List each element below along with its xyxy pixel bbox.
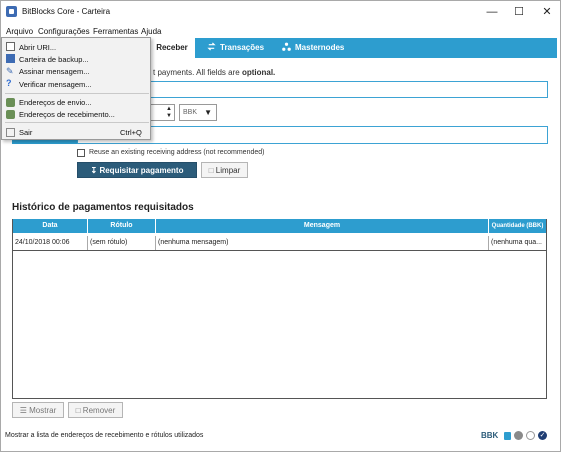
show-label: Mostrar: [29, 406, 57, 415]
menu-item-backup-wallet[interactable]: Carteira de backup...: [19, 55, 89, 64]
menu-item-open-uri[interactable]: Abrir URI...: [19, 43, 56, 52]
menu-separator: [5, 122, 149, 123]
spinner-down-icon[interactable]: ▼: [166, 113, 172, 119]
history-title: Histórico de pagamentos requisitados: [12, 202, 194, 213]
menu-separator: [5, 93, 149, 94]
menu-file[interactable]: Arquivo: [6, 27, 33, 36]
clear-button[interactable]: □ Limpar: [201, 162, 248, 178]
column-message[interactable]: Mensagem: [156, 219, 489, 233]
tab-receive[interactable]: Receber: [149, 38, 195, 58]
request-payment-label: Requisitar pagamento: [99, 166, 184, 175]
network-icon: [514, 431, 523, 440]
main-window: BitBlocks Core - Carteira — ☐ ✕ Arquivo …: [0, 0, 561, 452]
spinner-up-icon[interactable]: ▲: [166, 106, 172, 112]
row-amount: (nenhuma qua...: [491, 239, 542, 246]
show-button[interactable]: ☰ Mostrar: [12, 402, 64, 418]
address-book-icon: [6, 110, 15, 119]
reuse-address-label: Reuse an existing receiving address (not…: [89, 149, 265, 156]
remove-button[interactable]: □ Remover: [68, 402, 123, 418]
row-divider: [13, 250, 546, 251]
tab-transactions-label: Transações: [220, 43, 265, 52]
exit-icon: [6, 128, 15, 137]
menu-item-sending-addresses[interactable]: Endereços de envio...: [19, 98, 92, 107]
menu-tools[interactable]: Ferramentas: [93, 27, 138, 36]
open-uri-icon: [6, 42, 15, 51]
form-intro-bold: optional.: [241, 68, 276, 77]
label-input[interactable]: [141, 81, 548, 98]
app-logo-icon: [6, 6, 17, 17]
sign-icon: ✎: [6, 66, 14, 76]
row-message: (nenhuma mensagem): [156, 236, 489, 250]
tab-masternodes[interactable]: Masternodes: [282, 38, 352, 58]
menu-help[interactable]: Ajuda: [141, 27, 161, 36]
unit-select-value: BBK: [183, 109, 198, 116]
close-button[interactable]: ✕: [534, 4, 560, 20]
column-date[interactable]: Data: [13, 219, 88, 233]
staking-icon: [526, 431, 535, 440]
reuse-address-checkbox[interactable]: [77, 149, 85, 157]
form-intro-text: t payments. All fields are: [153, 68, 242, 77]
menu-item-verify-message[interactable]: Verificar mensagem...: [19, 80, 92, 89]
menu-item-exit-shortcut: Ctrl+Q: [120, 128, 142, 137]
row-date: 24/10/2018 00:06: [13, 236, 88, 250]
window-title: BitBlocks Core - Carteira: [22, 7, 111, 16]
synced-check-icon: ✓: [538, 431, 547, 440]
row-label: (sem rótulo): [88, 236, 156, 250]
column-label[interactable]: Rótulo: [88, 219, 156, 233]
clear-icon: □: [208, 166, 216, 175]
status-text: Mostrar a lista de endereços de recebime…: [5, 432, 204, 439]
clear-label: Limpar: [215, 166, 241, 175]
tab-transactions[interactable]: Transações: [207, 38, 271, 58]
lock-icon: [504, 432, 511, 440]
file-menu-dropdown: ✎ ? Abrir URI... Carteira de backup... A…: [1, 37, 151, 140]
form-intro: t payments. All fields are optional.: [153, 68, 275, 77]
tab-masternodes-label: Masternodes: [295, 43, 345, 52]
backup-icon: [6, 54, 15, 63]
show-icon: ☰: [19, 406, 30, 415]
address-book-icon: [6, 98, 15, 107]
status-unit[interactable]: BBK: [481, 431, 498, 440]
masternodes-icon: [282, 42, 291, 51]
menu-item-exit[interactable]: Sair: [19, 128, 32, 137]
verify-icon: ?: [6, 78, 12, 88]
tab-receive-label: Receber: [156, 43, 188, 52]
menu-item-receiving-addresses[interactable]: Endereços de recebimento...: [19, 110, 115, 119]
menu-item-sign-message[interactable]: Assinar mensagem...: [19, 67, 89, 76]
column-amount[interactable]: Quantidade (BBK): [489, 219, 546, 233]
request-payment-button[interactable]: ↧ Requisitar pagamento: [77, 162, 197, 178]
chevron-down-icon: ▼: [204, 108, 212, 117]
menu-settings[interactable]: Configurações: [38, 27, 90, 36]
remove-icon: □: [75, 406, 83, 415]
transactions-icon: [207, 42, 216, 51]
remove-label: Remover: [82, 406, 116, 415]
title-bar: BitBlocks Core - Carteira — ☐ ✕: [1, 1, 560, 23]
unit-select[interactable]: BBK ▼: [179, 104, 217, 121]
maximize-button[interactable]: ☐: [506, 4, 532, 20]
minimize-button[interactable]: —: [479, 4, 505, 20]
